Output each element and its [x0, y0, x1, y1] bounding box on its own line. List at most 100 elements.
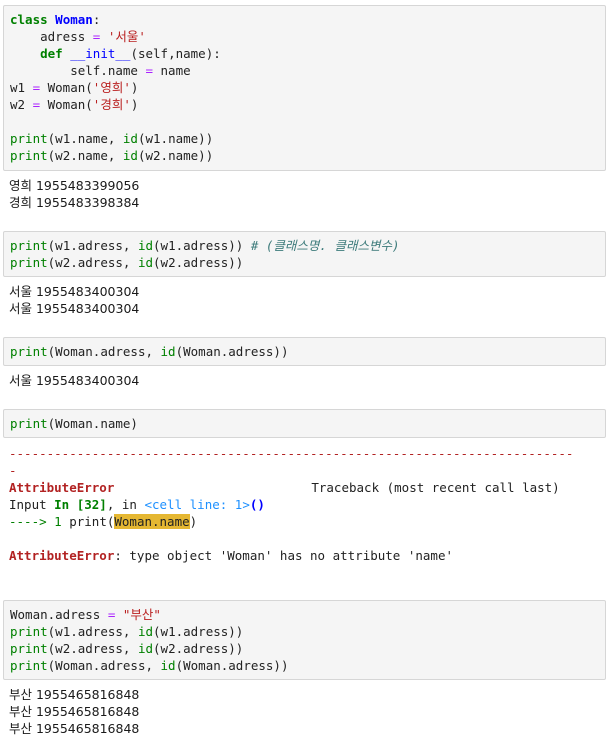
error-highlight: Woman.name — [114, 514, 190, 529]
error-arrow: ----> 1 — [9, 514, 70, 529]
error-dashes: ----------------------------------------… — [9, 446, 574, 461]
comment: # (클래스명. 클래스변수) — [250, 238, 400, 253]
builtin: print — [10, 641, 48, 656]
builtin: print — [10, 624, 48, 639]
code-text: (self,name): — [130, 46, 221, 61]
code-text: w1 — [10, 80, 33, 95]
builtin: print — [10, 416, 48, 431]
output-line: 부산 1955465816848 — [9, 721, 140, 736]
output-line: 서울 1955483400304 — [9, 373, 140, 388]
code-line: Woman.adress = "부산" — [10, 606, 605, 623]
error-separator-wrap: - — [9, 462, 609, 479]
code-text: name — [153, 63, 191, 78]
cell-output-5: 부산 1955465816848 부산 1955465816848 부산 195… — [9, 686, 139, 737]
code-cell-3[interactable]: print(Woman.adress, id(Woman.adress)) — [3, 337, 606, 366]
builtin: id — [122, 148, 138, 163]
builtin: print — [10, 255, 48, 270]
code-line: print(w2.name, id(w2.name)) — [10, 147, 605, 164]
builtin: id — [160, 344, 176, 359]
builtin: id — [122, 131, 138, 146]
output-line: 서울 1955483400304 — [9, 301, 140, 316]
code-text: (Woman.adress, — [47, 344, 161, 359]
code-text: : — [92, 12, 101, 27]
output-line: 부산 1955465816848 — [9, 704, 140, 719]
code-line: print(Woman.adress, id(Woman.adress)) — [10, 657, 605, 674]
code-text: (w2.adress)) — [153, 255, 244, 270]
code-text: (Woman.name) — [47, 416, 138, 431]
code-text: , in — [106, 497, 145, 512]
function-name: __init__ — [70, 46, 131, 61]
traceback-label: Traceback (most recent call last) — [311, 480, 560, 495]
code-text: Woman( — [40, 97, 93, 112]
code-text: (Woman.adress)) — [175, 344, 289, 359]
string-literal: "부산" — [122, 607, 161, 622]
input-label: Input — [9, 497, 55, 512]
code-text: (w1.adress)) — [153, 624, 244, 639]
code-text: (w2.adress, — [47, 641, 138, 656]
builtin: print — [10, 658, 48, 673]
in-label: In [32] — [54, 497, 107, 512]
builtin: id — [137, 641, 154, 656]
error-name: AttributeError — [9, 480, 115, 495]
error-arrow-line: ----> 1 print(Woman.name) — [9, 513, 609, 530]
code-text: () — [249, 497, 265, 512]
string-literal: '경희' — [92, 97, 131, 112]
error-separator: ----------------------------------------… — [9, 445, 609, 462]
code-line: print(w1.adress, id(w1.adress)) — [10, 623, 605, 640]
code-cell-5[interactable]: Woman.adress = "부산" print(w1.adress, id(… — [3, 600, 606, 680]
cell-line-ref: <cell line: 1> — [144, 497, 250, 512]
code-cell-1[interactable]: class Woman: adress = '서울' def __init__(… — [3, 5, 606, 171]
code-line: self.name = name — [10, 62, 605, 79]
output-line: 서울 1955483400304 — [9, 284, 140, 299]
builtin: id — [137, 255, 154, 270]
cell-output-2: 서울 1955483400304 서울 1955483400304 — [9, 283, 139, 317]
code-text: (Woman.adress, — [47, 658, 161, 673]
error-input-line: Input In [32], in <cell line: 1>() — [9, 496, 609, 513]
builtin: id — [137, 624, 154, 639]
code-text: (Woman.adress)) — [175, 658, 289, 673]
code-line: class Woman: — [10, 11, 605, 28]
code-text: (w1.name)) — [137, 131, 214, 146]
code-text: (w1.adress, — [47, 624, 138, 639]
operator: = — [145, 63, 153, 78]
keyword: class — [10, 12, 48, 27]
code-text: w2 — [10, 97, 33, 112]
code-line: print(Woman.name) — [10, 415, 605, 432]
code-cell-4[interactable]: print(Woman.name) — [3, 409, 606, 438]
class-name: Woman — [55, 12, 93, 27]
output-line: 경희 1955483398384 — [9, 195, 140, 210]
error-message: AttributeError: type object 'Woman' has … — [9, 547, 609, 564]
code-text: self.name — [10, 63, 146, 78]
operator: = — [32, 97, 41, 112]
code-line: print(Woman.adress, id(Woman.adress)) — [10, 343, 605, 360]
cell-output-3: 서울 1955483400304 — [9, 372, 139, 389]
output-line: 영희 1955483399056 — [9, 178, 140, 193]
code-line: def __init__(self,name): — [10, 45, 605, 62]
code-text: (w1.adress, — [47, 238, 138, 253]
code-line: adress = '서울' — [10, 28, 605, 45]
builtin: print — [10, 344, 48, 359]
error-dashes: - — [9, 463, 17, 478]
code-line: print(w2.adress, id(w2.adress)) — [10, 640, 605, 657]
code-line: print(w1.name, id(w1.name)) — [10, 130, 605, 147]
string-literal: '서울' — [107, 29, 146, 44]
output-line: 부산 1955465816848 — [9, 687, 140, 702]
code-text: (w1.adress)) — [153, 238, 251, 253]
operator: = — [32, 80, 41, 95]
string-literal: '영희' — [92, 80, 131, 95]
code-text: Woman( — [40, 80, 93, 95]
error-header: AttributeError Traceback (most recent cal… — [9, 479, 609, 496]
code-cell-2[interactable]: print (w1.adress, id (w1.adress)) # (클래스명.… — [3, 231, 606, 277]
error-text: : type object 'Woman' has no attribute '… — [114, 548, 454, 563]
code-line: w1 = Woman('영희') — [10, 79, 605, 96]
code-text: (w1.name, — [47, 131, 123, 146]
code-text: ) — [130, 97, 139, 112]
builtin: print — [10, 148, 48, 163]
code-line: print(w1.adress, id(w1.adress)) # (클래스명.… — [10, 237, 605, 254]
error-name: AttributeError — [9, 548, 115, 563]
builtin: print — [10, 131, 48, 146]
